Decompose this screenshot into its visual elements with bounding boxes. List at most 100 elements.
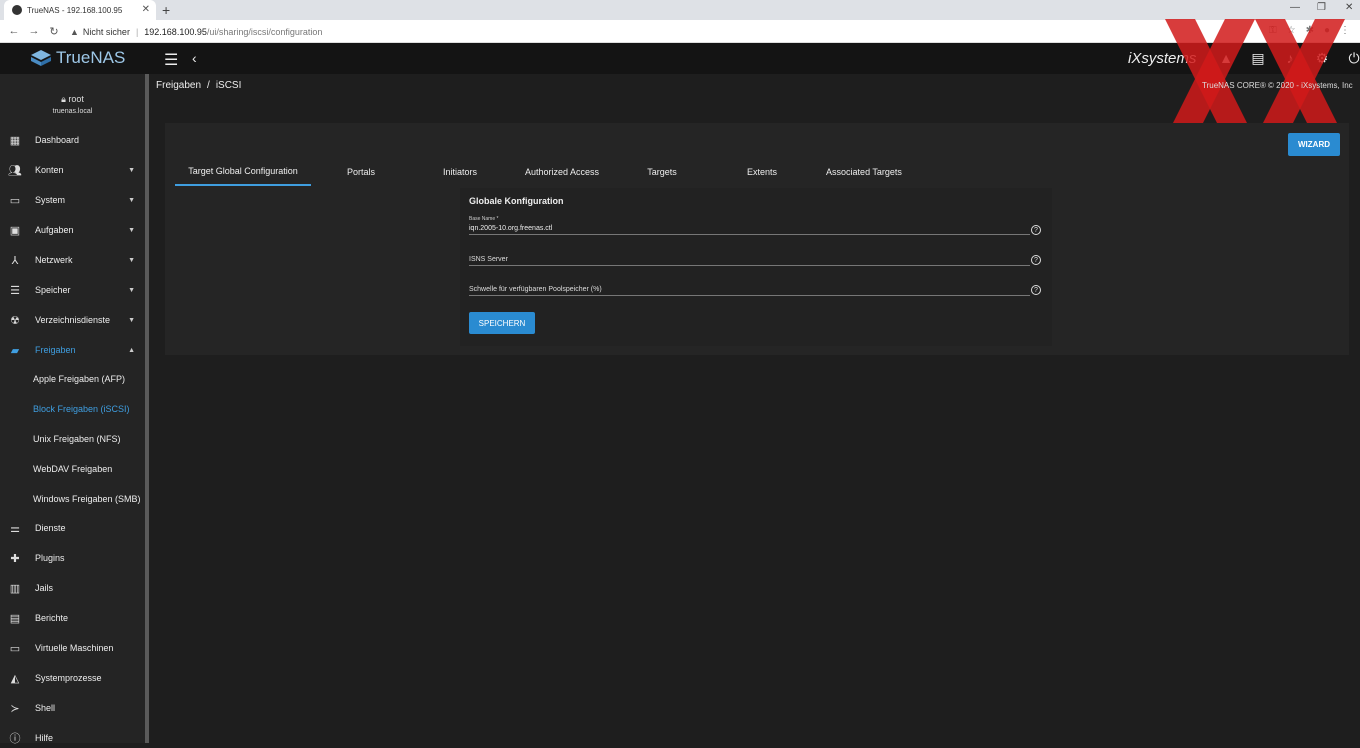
tab-initiators[interactable]: Initiators (425, 158, 495, 186)
breadcrumb-current: iSCSI (215, 80, 242, 91)
directory-icon: ☢ (10, 314, 20, 327)
hamburger-menu-icon[interactable]: ☰ (164, 50, 178, 70)
network-icon: ⅄ (11, 254, 19, 267)
new-tab-button[interactable]: + (162, 2, 170, 18)
sidebar-item-hilfe[interactable]: ⓘ Hilfe (0, 728, 145, 748)
close-tab-icon[interactable]: ✕ (142, 4, 150, 15)
computer-icon: ▭ (9, 642, 21, 655)
people-icon: 👥︎ (8, 164, 22, 177)
tab-targets[interactable]: Targets (630, 158, 694, 186)
tab-authorized-access[interactable]: Authorized Access (520, 158, 604, 186)
sidebar-item-aufgaben[interactable]: ▣ Aufgaben ▼ (0, 220, 145, 240)
truenas-logo[interactable]: TrueNAS (30, 48, 125, 68)
isns-server-field[interactable]: ISNS Server (469, 256, 1030, 266)
browser-back-icon[interactable]: ← (4, 25, 24, 37)
sidebar-sub-iscsi[interactable]: Block Freigaben (iSCSI) (33, 404, 130, 414)
tune-icon: ⚌ (10, 522, 20, 535)
global-config-form (460, 188, 1052, 346)
extensions-icon[interactable]: ✱ (1306, 25, 1314, 36)
power-icon[interactable]: ⏻ (1346, 50, 1360, 67)
user-name: root (68, 94, 84, 104)
isns-server-input[interactable]: ISNS Server (469, 256, 1030, 265)
reload-icon[interactable]: ↻ (44, 25, 64, 38)
host-name: truenas.local (52, 108, 93, 115)
sidebar-item-system[interactable]: ▭ System ▼ (0, 190, 145, 210)
sidebar-sub-smb[interactable]: Windows Freigaben (SMB) (33, 494, 141, 504)
caret-down-icon: ▼ (128, 286, 135, 294)
key-icon[interactable]: ⚿ (1269, 25, 1277, 36)
truecommand-icon[interactable]: ▲ (1218, 50, 1234, 67)
breadcrumb-parent[interactable]: Freigaben (156, 80, 201, 91)
sidebar-item-plugins[interactable]: ✚ Plugins (0, 548, 145, 568)
sidebar-item-berichte[interactable]: ▤ Berichte (0, 608, 145, 628)
sidebar-item-verzeichnisdienste[interactable]: ☢ Verzeichnisdienste ▼ (0, 310, 145, 330)
bell-icon[interactable]: ♪ (1282, 50, 1298, 67)
chart-icon: ▤ (9, 612, 21, 625)
caret-up-icon: ▲ (128, 346, 135, 354)
sidebar-item-dienste[interactable]: ⚌ Dienste (0, 518, 145, 538)
sidebar-item-systemprozesse[interactable]: ◭ Systemprozesse (0, 668, 145, 688)
gear-icon[interactable]: ⚙ (1314, 50, 1330, 67)
process-icon: ◭ (10, 672, 20, 685)
minimize-window-button[interactable]: — (1290, 2, 1300, 13)
browser-menu-icon[interactable]: ⋮ (1340, 25, 1350, 36)
chevron-left-icon[interactable]: ‹ (192, 50, 197, 66)
wizard-button[interactable]: WIZARD (1288, 133, 1340, 156)
base-name-input[interactable]: iqn.2005-10.org.freenas.ctl (469, 225, 1030, 234)
truenas-favicon-icon (12, 5, 22, 15)
caret-down-icon: ▼ (128, 316, 135, 324)
tab-associated-targets[interactable]: Associated Targets (823, 158, 905, 186)
folder-shared-icon: ▰ (10, 344, 20, 357)
breadcrumb: Freigaben / iSCSI (156, 80, 242, 91)
info-icon: ⓘ (9, 733, 21, 745)
sidebar-item-konten[interactable]: 👥︎ Konten ▼ (0, 160, 145, 180)
terminal-icon: ≻ (10, 702, 20, 715)
sidebar-scrollbar[interactable] (145, 74, 149, 743)
copyright-text: TrueNAS CORE® © 2020 - iXsystems, Inc (1202, 81, 1353, 90)
sidebar-item-freigaben[interactable]: ▰ Freigaben ▲ (0, 340, 145, 360)
address-bar-actions: ⚿ ☆ ✱ ● ⋮ (1269, 25, 1350, 36)
browser-tab[interactable]: TrueNAS - 192.168.100.95 ✕ (4, 0, 156, 20)
caret-down-icon: ▼ (128, 196, 135, 204)
pool-threshold-input[interactable]: Schwelle für verfügbaren Poolspeicher (%… (469, 286, 1030, 295)
sidebar-item-speicher[interactable]: ☰ Speicher ▼ (0, 280, 145, 300)
maximize-window-button[interactable]: ❐ (1317, 2, 1326, 13)
close-window-button[interactable]: ✕ (1345, 2, 1353, 13)
sidebar-item-dashboard[interactable]: ▦ Dashboard (0, 130, 145, 150)
omnibox[interactable]: ▲ Nicht sicher | 192.168.100.95/ui/shari… (70, 22, 322, 41)
base-name-field[interactable]: Base Name * iqn.2005-10.org.freenas.ctl (469, 216, 1030, 235)
security-status: Nicht sicher (82, 26, 130, 37)
tab-extents[interactable]: Extents (730, 158, 794, 186)
star-icon[interactable]: ☆ (1287, 25, 1296, 36)
save-button[interactable]: SPEICHERN (469, 312, 535, 334)
browser-forward-icon[interactable]: → (24, 25, 44, 37)
sidebar-sub-webdav[interactable]: WebDAV Freigaben (33, 464, 112, 474)
browser-tab-bar: TrueNAS - 192.168.100.95 ✕ + — ❐ ✕ (0, 0, 1360, 20)
pool-threshold-field[interactable]: Schwelle für verfügbaren Poolspeicher (%… (469, 286, 1030, 296)
profile-icon[interactable]: ● (1324, 25, 1330, 36)
warning-icon: ▲ (70, 26, 79, 37)
sidebar-sub-afp[interactable]: Apple Freigaben (AFP) (33, 374, 125, 384)
help-icon[interactable]: ? (1031, 225, 1041, 235)
jail-icon: ▥ (9, 582, 21, 595)
tab-portals[interactable]: Portals (325, 158, 397, 186)
header-actions: ▲ ▤ ♪ ⚙ ⏻ (1218, 50, 1360, 67)
laptop-icon: ▭ (9, 194, 21, 207)
puzzle-icon: ✚ (10, 552, 20, 565)
browser-tab-title: TrueNAS - 192.168.100.95 (27, 5, 123, 15)
ixsystems-logo[interactable]: iXsystems (1128, 50, 1196, 67)
sidebar-item-netzwerk[interactable]: ⅄ Netzwerk ▼ (0, 250, 145, 270)
sidebar-item-shell[interactable]: ≻ Shell (0, 698, 145, 718)
sidebar-item-virtuelle-maschinen[interactable]: ▭ Virtuelle Maschinen (0, 638, 145, 658)
storage-icon: ☰ (10, 284, 20, 297)
calendar-icon: ▣ (9, 224, 21, 237)
url-text: 192.168.100.95/ui/sharing/iscsi/configur… (144, 26, 323, 37)
sidebar: 🔒︎ root truenas.local ▦ Dashboard 👥︎ Konte… (0, 74, 145, 745)
user-info: 🔒︎ root truenas.local (0, 94, 145, 115)
tab-target-global-configuration[interactable]: Target Global Configuration (175, 158, 311, 186)
help-icon[interactable]: ? (1031, 285, 1041, 295)
sidebar-sub-nfs[interactable]: Unix Freigaben (NFS) (33, 434, 121, 444)
clipboard-icon[interactable]: ▤ (1250, 50, 1266, 67)
sidebar-item-jails[interactable]: ▥ Jails (0, 578, 145, 598)
help-icon[interactable]: ? (1031, 255, 1041, 265)
